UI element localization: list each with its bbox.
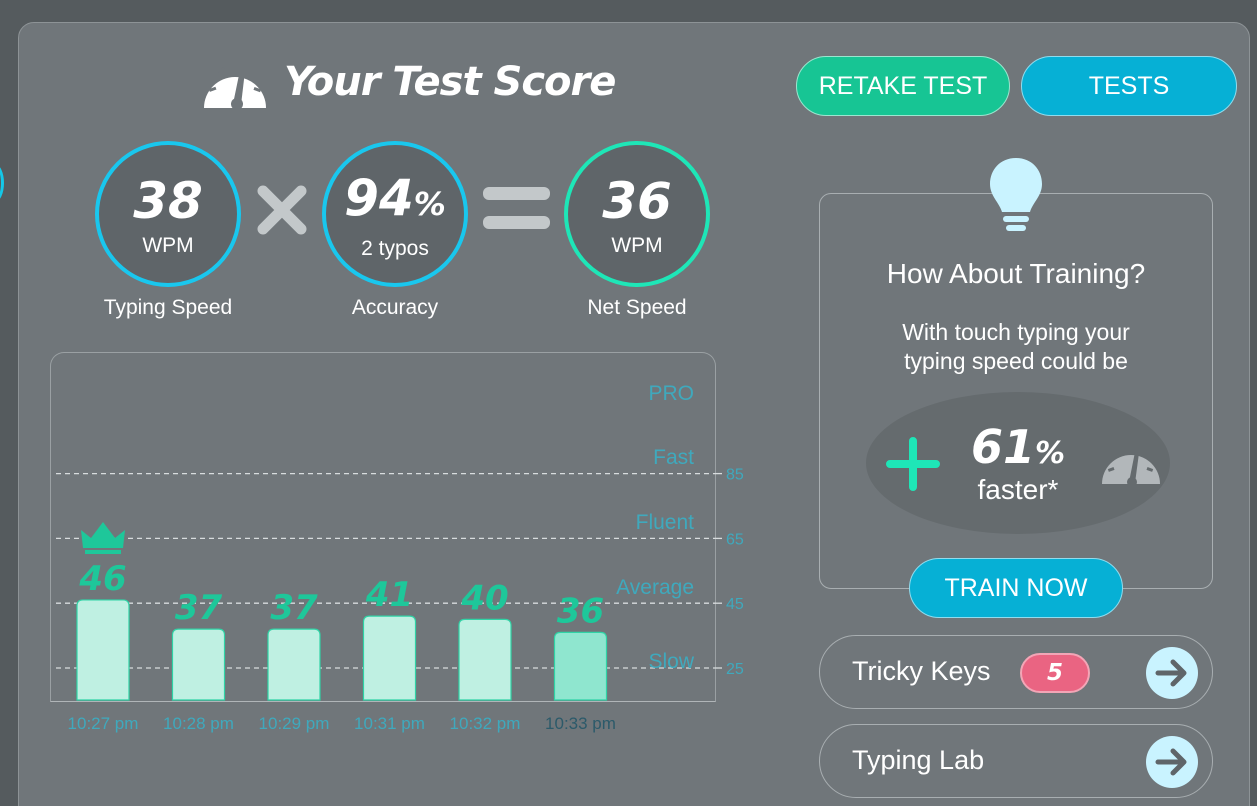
- speed-band-label: Fast: [653, 446, 694, 469]
- x-axis-time-label: 10:33 pm: [545, 714, 616, 733]
- x-axis-time-label: 10:32 pm: [449, 714, 521, 733]
- speed-band-label: Slow: [648, 650, 694, 673]
- axis-tick-label: 45: [726, 596, 744, 613]
- bar-value-label: 40: [460, 578, 508, 618]
- train-now-button[interactable]: TRAIN NOW: [909, 558, 1123, 618]
- bar-value-label: 41: [365, 575, 413, 615]
- bar-value-label: 46: [78, 559, 126, 599]
- training-subtitle: With touch typing your typing speed coul…: [902, 319, 1130, 374]
- speed-band-label: PRO: [648, 382, 694, 405]
- chart-bar: [171, 628, 226, 701]
- x-axis-time-label: 10:31 pm: [354, 714, 425, 733]
- axis-tick-label: 25: [726, 661, 744, 678]
- arrow-right-icon[interactable]: [1146, 647, 1198, 699]
- training-title: How About Training?: [886, 258, 1146, 289]
- bar-value-label: 37: [175, 588, 223, 628]
- axis-tick-label: 85: [726, 467, 744, 484]
- speed-band-label: Average: [616, 576, 694, 599]
- chart-bar: [267, 628, 321, 701]
- chart-bar: [362, 615, 417, 701]
- x-axis-time-label: 10:29 pm: [258, 714, 330, 733]
- crown-icon: [81, 521, 125, 554]
- x-axis-time-label: 10:28 pm: [163, 714, 234, 733]
- speedometer-icon: [1102, 452, 1160, 486]
- tricky-keys-row[interactable]: Tricky Keys 5: [819, 635, 1213, 709]
- chart-bar: [458, 618, 512, 701]
- bar-value-label: 37: [270, 588, 318, 628]
- bar-value-label: 36: [557, 591, 604, 631]
- typing-lab-label: Typing Lab: [852, 745, 985, 775]
- lightbulb-icon: [990, 158, 1042, 231]
- tricky-keys-label: Tricky Keys: [852, 656, 991, 686]
- speed-band-label: Fluent: [636, 511, 695, 534]
- axis-tick-label: 65: [726, 531, 744, 548]
- x-axis-time-label: 10:27 pm: [67, 714, 139, 733]
- chart-bar: [553, 631, 608, 701]
- typing-lab-row[interactable]: Typing Lab: [819, 724, 1213, 798]
- plus-icon: [886, 437, 940, 491]
- improvement-label: faster*: [977, 474, 1059, 505]
- tricky-keys-badge: 5: [1020, 653, 1090, 693]
- improvement-percent: 61%: [970, 420, 1066, 474]
- chart-bar: [76, 599, 130, 701]
- arrow-right-icon[interactable]: [1146, 736, 1198, 788]
